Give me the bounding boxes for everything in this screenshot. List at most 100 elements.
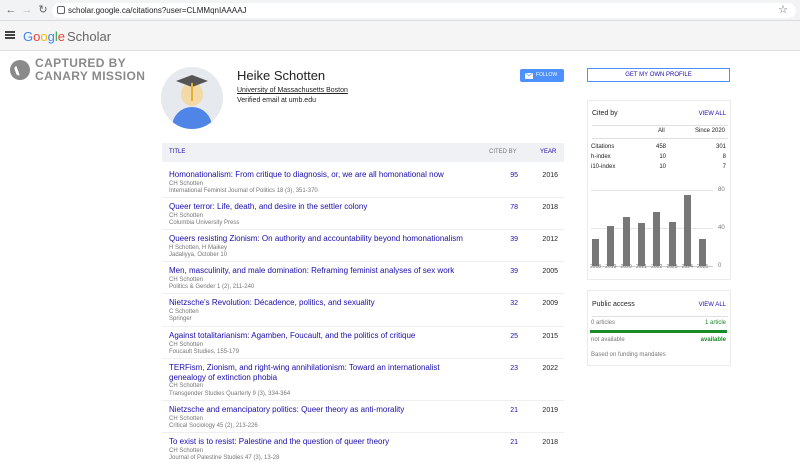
url-text: scholar.google.ca/citations?user=CLMMqnI…	[68, 6, 247, 15]
stats-col-all: All	[658, 128, 665, 134]
table-row: Queer terror: Life, death, and desire in…	[162, 198, 564, 230]
article-title-link[interactable]: Queers resisting Zionism: On authority a…	[169, 234, 474, 244]
article-title-link[interactable]: Against totalitarianism: Agamben, Foucau…	[169, 331, 474, 341]
profile-avatar	[161, 67, 223, 129]
stats-value: 10	[659, 154, 666, 160]
cited-by-count-link[interactable]: 39	[492, 235, 518, 244]
site-info-icon[interactable]	[57, 6, 65, 14]
cited-by-count-link[interactable]: 25	[492, 332, 518, 341]
citation-bar[interactable]	[653, 211, 661, 266]
table-row: Men, masculinity, and male domination: R…	[162, 262, 564, 294]
citations-per-year-chart: 80 40 0 2018 2019 2020 2021 2022 2023 2024 2025	[587, 184, 731, 274]
article-title-link[interactable]: Nietzsche's Revolution: Décadence, polit…	[169, 298, 474, 308]
cited-by-count-link[interactable]: 39	[492, 267, 518, 276]
table-row: Queers resisting Zionism: On authority a…	[162, 230, 564, 262]
article-venue: Jadaliyya, October 10	[169, 252, 228, 258]
stats-label[interactable]: i10-index	[591, 164, 615, 170]
table-row: Homonationalism: From critique to diagno…	[162, 166, 564, 198]
article-title-link[interactable]: Nietzsche and emancipatory politics: Que…	[169, 405, 474, 415]
article-year: 2018	[542, 439, 558, 446]
cited-by-count-link[interactable]: 21	[492, 406, 518, 415]
envelope-icon	[525, 73, 533, 79]
canary-mission-watermark: CAPTURED BY CANARY MISSION	[10, 57, 170, 85]
stats-value: 8	[722, 154, 726, 160]
y-tick-label: 80	[718, 187, 725, 193]
stats-col-since: Since 2020	[695, 128, 726, 134]
article-venue: Springer	[169, 316, 192, 322]
public-access-view-all-link[interactable]: VIEW ALL	[699, 302, 726, 308]
watermark-line1: CAPTURED BY	[35, 56, 127, 70]
table-row: Nietzsche and emancipatory politics: Que…	[162, 401, 564, 433]
article-title-link[interactable]: Men, masculinity, and male domination: R…	[169, 266, 474, 276]
public-access-progress-bar	[590, 330, 727, 333]
article-venue: Foucault Studies, 155-179	[169, 349, 240, 355]
stats-value: 301	[715, 144, 726, 150]
article-title-link[interactable]: Queer terror: Life, death, and desire in…	[169, 202, 474, 212]
profile-affiliation[interactable]: University of Massachusetts Boston	[237, 86, 348, 95]
citation-bar[interactable]	[699, 239, 707, 266]
not-available-label: not available	[591, 337, 625, 343]
profile-name: Heike Schotten	[237, 68, 326, 83]
x-tick-label: 2020	[620, 264, 632, 270]
article-venue: Columbia University Press	[169, 220, 240, 226]
article-year: 2012	[542, 236, 558, 243]
citation-bar[interactable]	[622, 216, 630, 266]
article-year: 2015	[542, 333, 558, 340]
article-title-link[interactable]: Homonationalism: From critique to diagno…	[169, 170, 474, 180]
address-bar[interactable]: scholar.google.ca/citations?user=CLMMqnI…	[52, 3, 796, 18]
citation-bar[interactable]	[637, 223, 645, 266]
menu-icon[interactable]	[5, 31, 15, 39]
back-icon[interactable]: ←	[4, 3, 18, 17]
article-year: 2022	[542, 365, 558, 372]
forward-icon[interactable]: →	[20, 3, 34, 17]
cited-by-count-link[interactable]: 23	[492, 364, 518, 373]
article-year: 2016	[542, 172, 558, 179]
article-venue: International Feminist Journal of Politi…	[169, 188, 318, 194]
cited-by-count-link[interactable]: 32	[492, 299, 518, 308]
citation-bar[interactable]	[592, 239, 599, 266]
x-tick-label: 2025	[697, 264, 709, 270]
article-venue: Critical Sociology 45 (2), 213-226	[169, 423, 258, 429]
article-year: 2019	[542, 407, 558, 414]
cited-by-view-all-link[interactable]: VIEW ALL	[699, 111, 726, 117]
sort-cited-by-link[interactable]: CITED BY	[489, 149, 517, 155]
article-authors: CH Schotten	[169, 383, 204, 389]
cited-by-count-link[interactable]: 95	[492, 171, 518, 180]
citation-bar[interactable]	[683, 194, 691, 266]
x-tick-label: 2022	[651, 264, 663, 270]
available-count[interactable]: 1 article	[705, 320, 726, 326]
bookmark-star-icon[interactable]: ☆	[778, 3, 788, 17]
cited-by-count-link[interactable]: 21	[492, 438, 518, 447]
x-tick-label: 2021	[635, 264, 647, 270]
google-scholar-logo[interactable]: Google Scholar	[23, 29, 111, 44]
get-my-own-profile-button[interactable]: GET MY OWN PROFILE	[587, 68, 730, 82]
cited-by-title: Cited by	[592, 110, 618, 117]
table-row: Against totalitarianism: Agamben, Foucau…	[162, 327, 564, 359]
public-access-panel: Public access VIEW ALL 0 articles 1 arti…	[587, 290, 731, 366]
citation-bar[interactable]	[668, 222, 676, 266]
article-title-link[interactable]: TERFism, Zionism, and right-wing annihil…	[169, 363, 474, 383]
sort-year-link[interactable]: YEAR	[540, 149, 556, 155]
stats-label[interactable]: h-index	[591, 154, 611, 160]
watermark-line2: CANARY MISSION	[35, 68, 146, 83]
stats-value: 10	[659, 164, 666, 170]
profile-email: Verified email at umb.edu	[237, 97, 316, 104]
stats-value: 7	[722, 164, 726, 170]
follow-button[interactable]: FOLLOW	[520, 69, 564, 82]
public-access-title: Public access	[592, 301, 635, 308]
citation-bar[interactable]	[607, 226, 615, 266]
stats-label[interactable]: Citations	[591, 144, 614, 150]
cited-by-count-link[interactable]: 78	[492, 203, 518, 212]
article-venue: Journal of Palestine Studies 47 (3), 13-…	[169, 455, 280, 461]
table-row: TERFism, Zionism, and right-wing annihil…	[162, 359, 564, 401]
articles-table-header: TITLE CITED BY YEAR	[162, 143, 564, 162]
table-row: To exist is to resist: Palestine and the…	[162, 433, 564, 468]
article-venue: Politics & Gender 1 (2), 211-240	[169, 284, 255, 290]
article-venue: Transgender Studies Quarterly 9 (3), 334…	[169, 391, 291, 397]
reload-icon[interactable]: ↻	[36, 3, 50, 17]
funding-mandates-note: Based on funding mandates	[591, 352, 666, 358]
y-tick-label: 40	[718, 225, 725, 231]
sort-title-link[interactable]: TITLE	[169, 149, 185, 155]
article-title-link[interactable]: To exist is to resist: Palestine and the…	[169, 437, 474, 447]
not-available-count[interactable]: 0 articles	[591, 320, 615, 326]
